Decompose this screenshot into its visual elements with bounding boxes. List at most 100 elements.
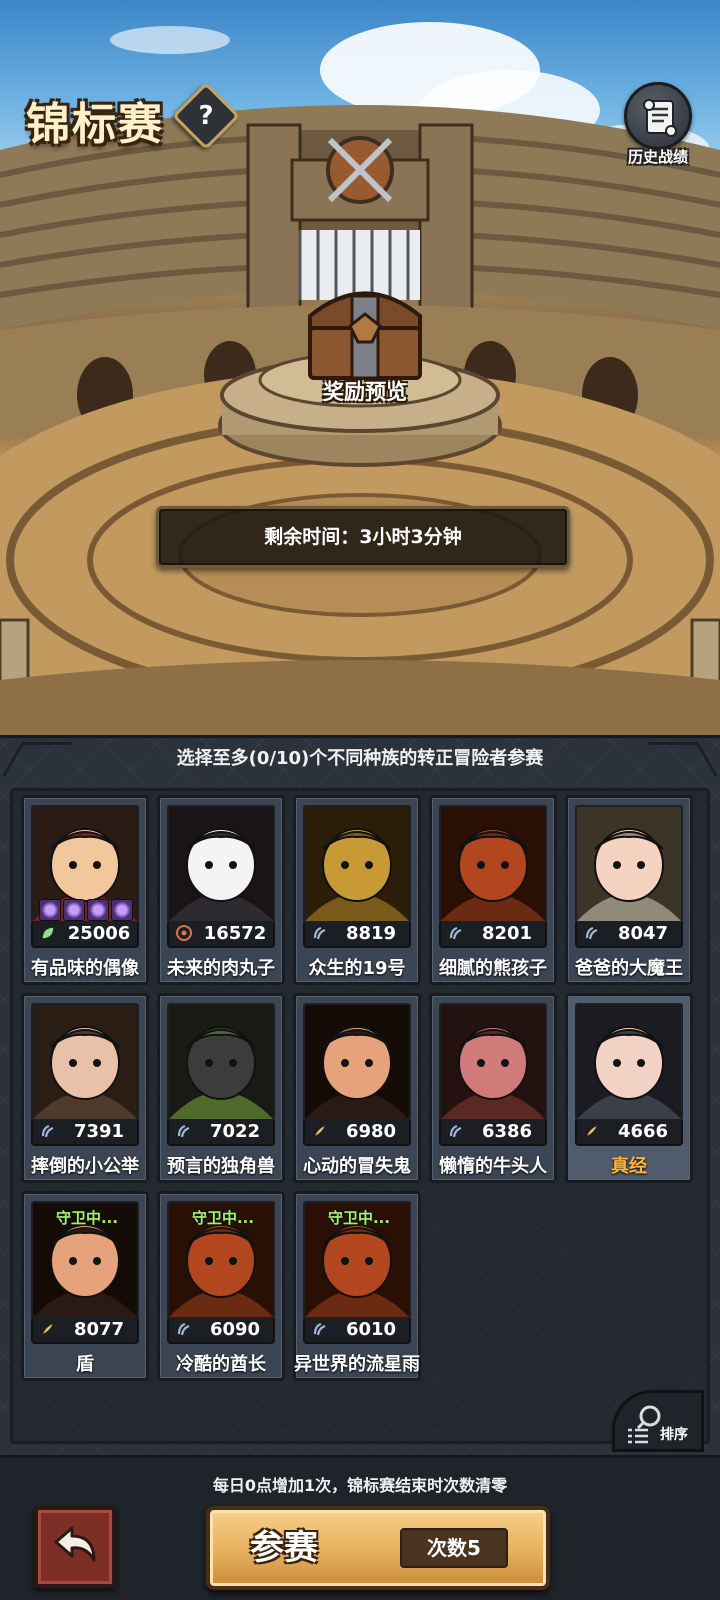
power-value: 25006 xyxy=(67,923,131,944)
power-value: 8077 xyxy=(73,1319,125,1340)
adventurer-card[interactable]: 6386 懒惰的牛头人 xyxy=(429,993,557,1183)
quill-icon xyxy=(583,1122,601,1140)
sort-label: 排序 xyxy=(660,1427,688,1443)
treasure-chest-icon xyxy=(308,291,422,380)
adventurer-card[interactable]: 4666 真经 xyxy=(565,993,693,1183)
adventurer-name: 异世界的流星雨 xyxy=(294,1354,420,1375)
back-button[interactable] xyxy=(34,1506,116,1588)
power-bar: 7022 xyxy=(167,1120,275,1146)
quill-icon xyxy=(311,1122,329,1140)
adventurer-card[interactable]: 6980 心动的冒失鬼 xyxy=(293,993,421,1183)
adventurer-card[interactable]: 16572 未来的肉丸子 xyxy=(157,795,285,985)
adventurer-portrait: 守卫中... xyxy=(167,1201,275,1319)
attempts-count: 次数5 xyxy=(400,1528,508,1568)
power-bar: 6090 xyxy=(167,1318,275,1344)
adventurer-card[interactable]: 8047 爸爸的大魔王 xyxy=(565,795,693,985)
power-bar: 8201 xyxy=(439,922,547,948)
return-arrow-icon xyxy=(54,1526,96,1562)
power-value: 7022 xyxy=(209,1121,261,1142)
selection-instruction: 选择至多(0/10)个不同种族的转正冒险者参赛 xyxy=(176,748,544,769)
adventurer-portrait xyxy=(575,805,683,923)
power-value: 4666 xyxy=(617,1121,669,1142)
scroll-icon xyxy=(624,82,692,150)
claw-icon xyxy=(447,1122,465,1140)
power-bar: 6980 xyxy=(303,1120,411,1146)
question-icon: ? xyxy=(198,101,214,131)
adventurer-portrait xyxy=(167,1003,275,1121)
power-value: 16572 xyxy=(203,923,267,944)
adventurer-name: 心动的冒失鬼 xyxy=(303,1156,411,1177)
adventurer-name: 冷酷的酋长 xyxy=(176,1354,266,1375)
adventurer-name: 盾 xyxy=(76,1354,94,1375)
power-value: 8047 xyxy=(617,923,669,944)
history-record-label: 历史战绩 xyxy=(627,148,688,166)
adventurer-portrait xyxy=(575,1003,683,1121)
adventurer-portrait xyxy=(303,1003,411,1121)
join-tournament-button[interactable]: 参赛 次数5 xyxy=(206,1506,550,1590)
adventurer-portrait xyxy=(303,805,411,923)
adventurer-name: 爸爸的大魔王 xyxy=(575,958,683,979)
power-bar: 25006 xyxy=(31,922,139,948)
arena-background: 锦标赛 ? 历史战绩 奖励预览 剩余时间：3小时3分钟 xyxy=(0,0,720,735)
adventurer-portrait xyxy=(439,805,547,923)
claw-icon xyxy=(583,924,601,942)
power-value: 6010 xyxy=(345,1319,397,1340)
rune-slots xyxy=(39,899,135,921)
claw-icon xyxy=(39,1122,57,1140)
adventurer-card[interactable]: 25006 有品味的偶像 xyxy=(21,795,149,985)
guarding-status: 守卫中... xyxy=(327,1209,391,1227)
reward-preview-label: 奖励预览 xyxy=(323,380,407,404)
adventurer-card[interactable]: 8819 众生的19号 xyxy=(293,795,421,985)
adventurer-grid: 25006 有品味的偶像 16572 未来的肉丸子 8819 众生的19号 8201 细腻的熊… xyxy=(10,788,710,1444)
adventurer-card[interactable]: 7391 摔倒的小公举 xyxy=(21,993,149,1183)
adventurer-name: 众生的19号 xyxy=(308,958,406,979)
adventurer-card[interactable]: 8201 细腻的熊孩子 xyxy=(429,795,557,985)
claw-icon xyxy=(311,924,329,942)
adventurer-portrait xyxy=(31,1003,139,1121)
power-value: 6386 xyxy=(481,1121,533,1142)
adventurer-portrait: 守卫中... xyxy=(303,1201,411,1319)
adventurer-name: 预言的独角兽 xyxy=(167,1156,275,1177)
adventurer-selection-panel: 选择至多(0/10)个不同种族的转正冒险者参赛 25006 有品味的偶像 16572… xyxy=(0,735,720,1455)
power-bar: 8077 xyxy=(31,1318,139,1344)
power-bar: 16572 xyxy=(167,922,275,948)
power-value: 6090 xyxy=(209,1319,261,1340)
adventurer-name: 未来的肉丸子 xyxy=(167,958,275,979)
history-record-button[interactable]: 历史战绩 xyxy=(618,82,698,172)
sort-button[interactable]: 排序 xyxy=(612,1390,704,1452)
quill-icon xyxy=(39,1320,57,1338)
guarding-status: 守卫中... xyxy=(191,1209,255,1227)
power-value: 7391 xyxy=(73,1121,125,1142)
adventurer-portrait xyxy=(31,805,139,923)
claw-icon xyxy=(447,924,465,942)
power-value: 8201 xyxy=(481,923,533,944)
adventurer-card[interactable]: 守卫中... 6010 异世界的流星雨 xyxy=(293,1191,421,1381)
reward-preview-button[interactable]: 奖励预览 xyxy=(290,276,440,406)
daily-attempts-note: 每日0点增加1次，锦标赛结束时次数清零 xyxy=(212,1476,508,1495)
guarding-status: 守卫中... xyxy=(55,1209,119,1227)
claw-icon xyxy=(175,1122,193,1140)
tournament-screen: 锦标赛 ? 历史战绩 奖励预览 剩余时间：3小时3分钟 选择至多(0/10)个不… xyxy=(0,0,720,1600)
page-title: 锦标赛 xyxy=(26,99,164,150)
leaf-icon xyxy=(39,924,57,942)
adventurer-card[interactable]: 7022 预言的独角兽 xyxy=(157,993,285,1183)
adventurer-name: 真经 xyxy=(611,1156,647,1177)
join-label: 参赛 xyxy=(250,1528,318,1568)
adventurer-portrait xyxy=(167,805,275,923)
claw-icon xyxy=(311,1320,329,1338)
power-bar: 8819 xyxy=(303,922,411,948)
adventurer-name: 有品味的偶像 xyxy=(31,958,139,979)
target-icon xyxy=(175,924,193,942)
adventurer-card[interactable]: 守卫中... 6090 冷酷的酋长 xyxy=(157,1191,285,1381)
power-bar: 7391 xyxy=(31,1120,139,1146)
adventurer-card[interactable]: 守卫中... 8077 盾 xyxy=(21,1191,149,1381)
adventurer-name: 懒惰的牛头人 xyxy=(439,1156,547,1177)
adventurer-portrait: 守卫中... xyxy=(31,1201,139,1319)
adventurer-portrait xyxy=(439,1003,547,1121)
adventurer-name: 摔倒的小公举 xyxy=(31,1156,139,1177)
power-bar: 6010 xyxy=(303,1318,411,1344)
power-bar: 6386 xyxy=(439,1120,547,1146)
power-value: 8819 xyxy=(345,923,397,944)
claw-icon xyxy=(175,1320,193,1338)
power-value: 6980 xyxy=(345,1121,397,1142)
